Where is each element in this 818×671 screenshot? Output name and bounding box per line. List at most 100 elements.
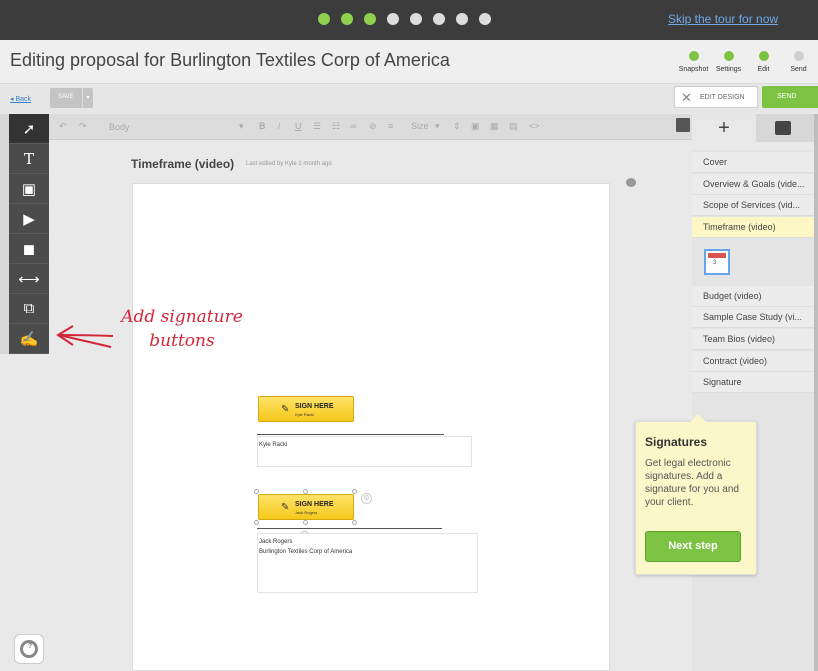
step-snapshot[interactable]: Snapshot (676, 51, 711, 73)
tour-dot[interactable] (341, 13, 353, 25)
signature-block-2[interactable]: ✎ SIGN HERE Jack Rogers (258, 494, 354, 522)
embed-tool[interactable]: ⧉ (9, 294, 49, 324)
video-tool[interactable]: ▶ (9, 204, 49, 234)
step-send[interactable]: Send (781, 51, 816, 73)
skip-tour-link[interactable]: Skip the tour for now (668, 12, 778, 26)
section-item-selected[interactable]: Timeframe (video) (692, 217, 814, 238)
signer-name-small: Jack Rogers (295, 510, 318, 515)
image-icon: ▣ (21, 180, 37, 198)
send-button[interactable]: SEND (762, 86, 818, 108)
image-tool[interactable]: ▣ (9, 174, 49, 204)
annotation-arrow-icon (56, 325, 114, 348)
annotation-line-2: buttons (149, 331, 215, 351)
code-icon[interactable]: <> (529, 121, 540, 131)
formatting-toolbar: ↶ ↷ Body ▾ B i U ☰ ☷ ∞ ⊘ ≡ Size ▾ ⇕ ▣ ▦ … (49, 114, 720, 140)
tooltip-title: Signatures (645, 435, 708, 449)
tour-progress-dots (318, 13, 491, 25)
line-tool[interactable]: ⟷ (9, 264, 49, 294)
save-button[interactable]: SAVE ▾ (50, 88, 93, 108)
shapes-tool[interactable]: ◼ (9, 234, 49, 264)
signer-company: Burlington Textiles Corp of America (259, 549, 353, 555)
step-dot (758, 51, 769, 61)
signer-name: Kyle Racki (259, 442, 288, 448)
section-item[interactable]: Scope of Services (vid... (692, 195, 814, 216)
document-page[interactable] (132, 183, 610, 671)
style-select[interactable]: Body (109, 122, 130, 132)
size-dropdown-icon[interactable]: ▾ (435, 121, 440, 132)
section-item[interactable]: Team Bios (video) (692, 329, 814, 350)
signer-info-box[interactable]: Jack Rogers Burlington Textiles Corp of … (257, 533, 478, 593)
section-item[interactable]: Cover (692, 152, 814, 173)
tour-dot[interactable] (364, 13, 376, 25)
layout-icon[interactable] (676, 118, 690, 132)
back-link[interactable]: ◂ Back (10, 95, 31, 103)
line-height-icon[interactable]: ⇕ (453, 121, 461, 132)
annotation-line-1: Add signature (121, 307, 243, 327)
style-dropdown-icon[interactable]: ▾ (239, 121, 244, 132)
sign-here-label: SIGN HERE (295, 501, 334, 508)
size-select[interactable]: Size (411, 121, 429, 131)
section-item[interactable]: Budget (video) (692, 286, 814, 307)
embed-media-icon[interactable]: ▤ (509, 121, 518, 132)
next-step-button[interactable]: Next step (645, 531, 741, 562)
redo-icon[interactable]: ↷ (79, 121, 87, 132)
undo-icon[interactable]: ↶ (59, 121, 67, 132)
section-item[interactable]: Sample Case Study (vi... (692, 307, 814, 328)
table-icon[interactable]: ▦ (490, 121, 499, 132)
thumbnail-number: 3 (713, 260, 717, 266)
last-edited-text: Last edited by Kyle 1 month ago (246, 161, 332, 167)
unlink-icon[interactable]: ⊘ (369, 121, 377, 132)
tour-dot[interactable] (318, 13, 330, 25)
sign-here-button[interactable]: ✎ SIGN HERE Kyle Racki (258, 396, 354, 422)
tour-dot[interactable] (479, 13, 491, 25)
page-title: Editing proposal for Burlington Textiles… (10, 50, 450, 70)
tool-palette: ➚ T ▣ ▶ ◼ ⟷ ⧉ ✍ (9, 114, 49, 354)
bullet-list-icon[interactable]: ☰ (313, 121, 321, 132)
step-edit[interactable]: Edit (746, 51, 781, 73)
tour-dot[interactable] (387, 13, 399, 25)
bold-icon[interactable]: B (259, 121, 266, 131)
tour-tooltip: Signatures Get legal electronic signatur… (635, 414, 757, 575)
save-dropdown-icon[interactable]: ▾ (82, 88, 93, 108)
pointer-tool[interactable]: ➚ (9, 114, 49, 144)
pen-icon: ✎ (281, 502, 290, 513)
panel-scrollbar[interactable] (814, 114, 818, 671)
step-label: Send (790, 66, 807, 73)
save-label: SAVE (58, 94, 74, 100)
signer-info-box[interactable]: Kyle Racki (257, 436, 472, 467)
comment-icon[interactable] (626, 178, 636, 187)
help-button[interactable]: ? (14, 634, 44, 664)
underline-icon[interactable]: U (295, 121, 302, 131)
tour-annotation: Add signature buttons (112, 305, 252, 353)
page-thumbnail[interactable]: 3 (704, 249, 730, 275)
signature-block-1[interactable]: ✎ SIGN HERE Kyle Racki (258, 396, 354, 424)
tour-dot[interactable] (410, 13, 422, 25)
section-item[interactable]: Contract (video) (692, 351, 814, 372)
gear-icon[interactable]: ⚙ (361, 493, 372, 504)
text-tool[interactable]: T (9, 144, 49, 174)
tour-dot[interactable] (433, 13, 445, 25)
shapes-icon: ◼ (22, 240, 36, 258)
signature-tool[interactable]: ✍ (9, 324, 49, 354)
video-icon: ▶ (23, 210, 35, 228)
numbered-list-icon[interactable]: ☷ (332, 121, 340, 132)
italic-icon[interactable]: i (278, 121, 280, 131)
workflow-steps: Snapshot Settings Edit Send (676, 51, 816, 73)
step-dot (793, 51, 804, 61)
step-settings[interactable]: Settings (711, 51, 746, 73)
section-item[interactable]: Overview & Goals (vide... (692, 174, 814, 195)
sign-here-button[interactable]: ✎ SIGN HERE Jack Rogers (258, 494, 354, 520)
edit-design-button[interactable]: ✕ EDIT DESIGN (674, 86, 758, 108)
pen-icon: ✎ (281, 404, 290, 415)
link-icon[interactable]: ∞ (350, 121, 356, 131)
embed-icon: ⧉ (23, 300, 35, 317)
section-item[interactable]: Signature (692, 372, 814, 393)
align-icon[interactable]: ≡ (388, 121, 393, 131)
add-section-button[interactable]: + (692, 114, 756, 142)
editor-header: Editing proposal for Burlington Textiles… (0, 40, 818, 84)
send-label: SEND (777, 93, 797, 100)
insert-image-icon[interactable]: ▣ (471, 121, 480, 132)
step-label: Edit (757, 66, 770, 73)
tour-dot[interactable] (456, 13, 468, 25)
library-icon[interactable] (775, 121, 791, 135)
